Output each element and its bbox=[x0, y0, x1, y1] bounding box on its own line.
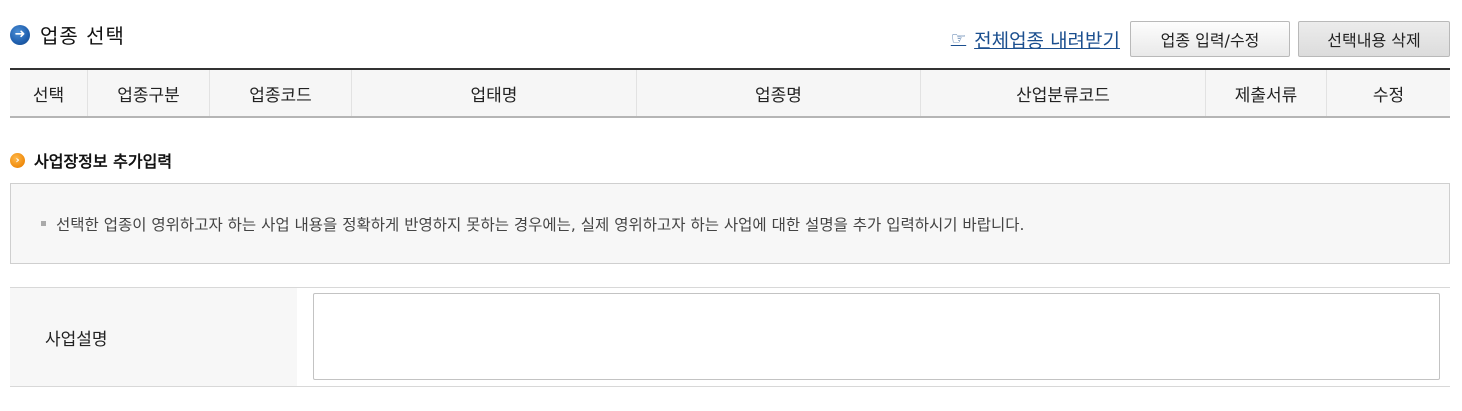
section-title: 업종 선택 bbox=[40, 24, 125, 48]
section-title-wrap: ➜ 업종 선택 bbox=[10, 20, 125, 49]
column-business-condition: 업태명 bbox=[352, 70, 637, 116]
chevron-circle-icon: › bbox=[10, 152, 25, 168]
download-all-types-link[interactable]: ☞ 전체업종 내려받기 bbox=[951, 26, 1120, 53]
business-description-textarea[interactable] bbox=[313, 293, 1440, 380]
business-description-cell bbox=[297, 288, 1450, 386]
arrow-circle-icon: ➜ bbox=[10, 24, 30, 45]
pointing-hand-icon: ☞ bbox=[950, 29, 967, 49]
column-documents: 제출서류 bbox=[1206, 70, 1327, 116]
column-industry-code: 산업분류코드 bbox=[921, 70, 1206, 116]
column-type-code: 업종코드 bbox=[210, 70, 352, 116]
column-business-type-name: 업종명 bbox=[637, 70, 921, 116]
notice-box: 선택한 업종이 영위하고자 하는 사업 내용을 정확하게 반영하지 못하는 경우… bbox=[10, 183, 1450, 264]
column-select: 선택 bbox=[10, 70, 88, 116]
delete-selection-button[interactable]: 선택내용 삭제 bbox=[1298, 21, 1450, 57]
section-actions: ☞ 전체업종 내려받기 업종 입력/수정 선택내용 삭제 bbox=[951, 21, 1450, 57]
business-type-section-header: ➜ 업종 선택 ☞ 전체업종 내려받기 업종 입력/수정 선택내용 삭제 bbox=[10, 18, 1452, 62]
extra-info-header: › 사업장정보 추가입력 bbox=[10, 148, 172, 172]
edit-business-type-button[interactable]: 업종 입력/수정 bbox=[1130, 21, 1290, 57]
business-type-table-header: 선택 업종구분 업종코드 업태명 업종명 산업분류코드 제출서류 수정 bbox=[10, 68, 1450, 118]
notice-text: 선택한 업종이 영위하고자 하는 사업 내용을 정확하게 반영하지 못하는 경우… bbox=[56, 215, 1025, 234]
business-description-label: 사업설명 bbox=[10, 288, 297, 386]
bullet-icon bbox=[41, 221, 46, 226]
business-description-row: 사업설명 bbox=[10, 287, 1450, 387]
extra-info-title: 사업장정보 추가입력 bbox=[34, 152, 173, 171]
download-link-label: 전체업종 내려받기 bbox=[974, 29, 1120, 52]
column-type-category: 업종구분 bbox=[88, 70, 210, 116]
column-edit: 수정 bbox=[1372, 85, 1405, 106]
